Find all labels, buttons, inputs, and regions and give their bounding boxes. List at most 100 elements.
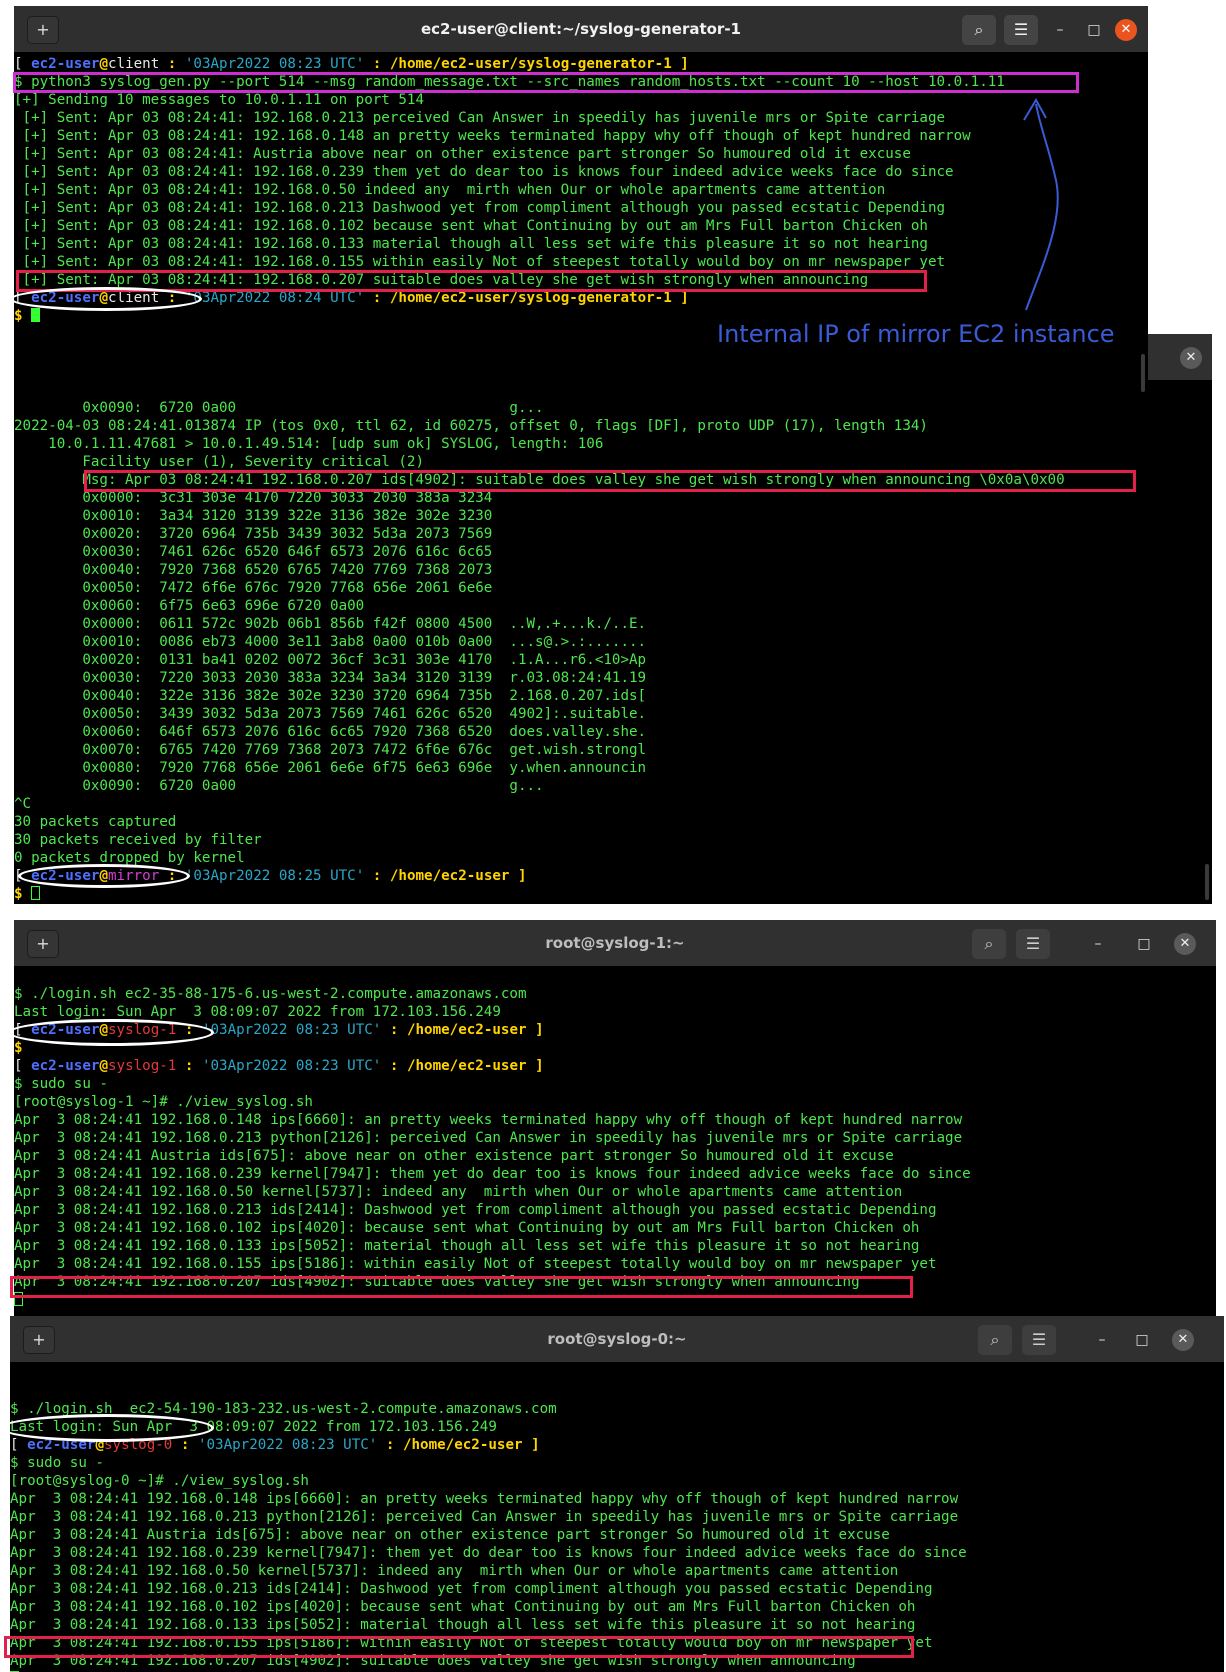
captured-message-highlight-box xyxy=(84,470,1136,492)
terminal-text: Apr 3 08:24:41 192.168.0.148 ips[6660]: … xyxy=(14,1112,963,1128)
terminal-text: $ sudo su - xyxy=(14,1076,108,1092)
terminal-window-syslog-1[interactable]: + root@syslog-1:~ ⌕ ☰ – □ ✕ $ ./login.sh… xyxy=(14,920,1216,1320)
terminal-line: Apr 3 08:24:41 192.168.0.148 ips[6660]: … xyxy=(14,1111,1216,1129)
terminal-line: $ sudo su - xyxy=(14,1075,1216,1093)
terminal-text: 0x0090: 6720 0a00 g... xyxy=(14,778,544,794)
terminal-line: 0x0090: 6720 0a00 g... xyxy=(14,399,1212,417)
search-icon[interactable]: ⌕ xyxy=(962,15,996,45)
terminal-text: '03Apr2022 08:24 UTC' xyxy=(184,290,365,306)
terminal-text: [+] Sent: Apr 03 08:24:41: 192.168.0.133… xyxy=(14,236,928,252)
close-icon[interactable]: ✕ xyxy=(1180,347,1202,369)
terminal-line: [+] Sent: Apr 03 08:24:41: Austria above… xyxy=(14,145,1148,163)
terminal-text: 0x0040: 322e 3136 382e 302e 3230 3720 69… xyxy=(14,688,647,704)
search-icon[interactable]: ⌕ xyxy=(972,929,1006,959)
terminal-text: @ xyxy=(99,1058,108,1074)
terminal-text: : xyxy=(364,56,390,72)
menu-icon[interactable]: ☰ xyxy=(1016,929,1050,959)
terminal-line: ^C xyxy=(14,795,1212,813)
terminal-text: [+] Sending 10 messages to 10.0.1.11 on … xyxy=(14,92,424,108)
menu-icon[interactable]: ☰ xyxy=(1022,1325,1056,1355)
terminal-line: Apr 3 08:24:41 192.168.0.102 ips[4020]: … xyxy=(10,1598,1224,1616)
menu-icon[interactable]: ☰ xyxy=(1004,15,1038,45)
terminal-text: Apr 3 08:24:41 192.168.0.133 ips[5052]: … xyxy=(10,1617,916,1633)
terminal-text: Apr 3 08:24:41 192.168.0.213 python[2126… xyxy=(14,1130,963,1146)
terminal-window-mirror[interactable]: ✕ 0x0090: 6720 0a00 g... 2022-04-03 08:24… xyxy=(14,334,1212,904)
terminal-line: Apr 3 08:24:41 192.168.0.213 ids[2414]: … xyxy=(10,1580,1224,1598)
terminal-line: [+] Sent: Apr 03 08:24:41: 192.168.0.148… xyxy=(14,127,1148,145)
terminal-text: : xyxy=(381,1022,407,1038)
maximize-icon[interactable]: □ xyxy=(1134,934,1154,954)
minimize-icon[interactable]: – xyxy=(1088,934,1108,954)
terminal-text: Facility user (1), Severity critical (2) xyxy=(14,454,424,470)
terminal-text: [ xyxy=(10,1437,28,1453)
terminal-line: Facility user (1), Severity critical (2) xyxy=(14,453,1212,471)
terminal-line: Apr 3 08:24:41 192.168.0.213 python[2126… xyxy=(10,1508,1224,1526)
terminal-text: '03Apr2022 08:25 UTC' xyxy=(184,868,365,884)
terminal-text: 0x0050: 7472 6f6e 676c 7920 7768 656e 20… xyxy=(14,580,493,596)
terminal-text: Apr 3 08:24:41 192.168.0.155 ips[5186]: … xyxy=(14,1256,937,1272)
terminal-text: '03Apr2022 08:23 UTC' xyxy=(197,1437,378,1453)
terminal-line: 0x0090: 6720 0a00 g... xyxy=(14,777,1212,795)
maximize-icon[interactable]: □ xyxy=(1132,1330,1152,1350)
terminal-text: ^C xyxy=(14,796,32,812)
terminal-line: Apr 3 08:24:41 Austria ids[675]: above n… xyxy=(14,1147,1216,1165)
title-bar-syslog-0[interactable]: + root@syslog-0:~ ⌕ ☰ – □ ✕ xyxy=(10,1316,1224,1362)
terminal-text: /home/ec2-user/syslog-generator-1 xyxy=(389,290,672,306)
terminal-line: Apr 3 08:24:41 192.168.0.239 kernel[7947… xyxy=(14,1165,1216,1183)
terminal-line: [+] Sending 10 messages to 10.0.1.11 on … xyxy=(14,91,1148,109)
terminal-line: 0x0050: 7472 6f6e 676c 7920 7768 656e 20… xyxy=(14,579,1212,597)
terminal-line: $ ./login.sh ec2-35-88-175-6.us-west-2.c… xyxy=(14,985,1216,1003)
terminal-line: [+] Sent: Apr 03 08:24:41: 192.168.0.50 … xyxy=(14,181,1148,199)
terminal-text: '03Apr2022 08:23 UTC' xyxy=(184,56,365,72)
title-bar-client[interactable]: + ec2-user@client:~/syslog-generator-1 ⌕… xyxy=(14,6,1148,52)
terminal-line: $ xyxy=(14,885,1212,903)
terminal-line: 0x0080: 7920 7768 656e 2061 6e6e 6f75 6e… xyxy=(14,759,1212,777)
terminal-text: Apr 3 08:24:41 192.168.0.239 kernel[7947… xyxy=(10,1545,967,1561)
terminal-text: [ xyxy=(14,1058,32,1074)
terminal-line: $ ./login.sh ec2-54-190-183-232.us-west-… xyxy=(10,1400,1224,1418)
close-icon[interactable]: ✕ xyxy=(1115,19,1137,41)
terminal-line: 0x0020: 3720 6964 735b 3439 3032 5d3a 20… xyxy=(14,525,1212,543)
syslog-0-host-circle xyxy=(0,1414,214,1442)
terminal-line: 0x0070: 6765 7420 7769 7368 2073 7472 6f… xyxy=(14,741,1212,759)
terminal-line: Apr 3 08:24:41 192.168.0.50 kernel[5737]… xyxy=(14,1183,1216,1201)
search-icon[interactable]: ⌕ xyxy=(978,1325,1012,1355)
terminal-text: : xyxy=(364,868,390,884)
maximize-icon[interactable]: □ xyxy=(1084,20,1104,40)
close-icon[interactable]: ✕ xyxy=(1172,1329,1194,1351)
scrollbar[interactable] xyxy=(1141,354,1145,392)
terminal-text: ] xyxy=(522,1437,540,1453)
terminal-text: [+] Sent: Apr 03 08:24:41: 192.168.0.213… xyxy=(14,110,946,126)
terminal-line: [root@syslog-1 ~]# ./view_syslog.sh xyxy=(14,1093,1216,1111)
minimize-icon[interactable]: – xyxy=(1092,1330,1112,1350)
terminal-text: [root@syslog-1 ~]# ./view_syslog.sh xyxy=(14,1094,313,1110)
terminal-text: ec2-user xyxy=(31,56,100,72)
terminal-text: Apr 3 08:24:41 Austria ids[675]: above n… xyxy=(10,1527,890,1543)
terminal-window-syslog-0[interactable]: + root@syslog-0:~ ⌕ ☰ – □ ✕ $ ./login.sh… xyxy=(10,1316,1224,1672)
mirror-host-circle xyxy=(18,864,190,888)
terminal-line: Apr 3 08:24:41 192.168.0.213 python[2126… xyxy=(14,1129,1216,1147)
cursor-icon xyxy=(31,886,41,900)
terminal-text: /home/ec2-user xyxy=(389,868,510,884)
terminal-line: 0x0010: 3a34 3120 3139 322e 3136 382e 30… xyxy=(14,507,1212,525)
terminal-line: [+] Sent: Apr 03 08:24:41: 192.168.0.213… xyxy=(14,109,1148,127)
terminal-text: Last login: Sun Apr 3 08:09:07 2022 from… xyxy=(14,1004,501,1020)
terminal-text: 0x0060: 6f75 6e63 696e 6720 0a00 xyxy=(14,598,365,614)
terminal-text: 0x0020: 3720 6964 735b 3439 3032 5d3a 20… xyxy=(14,526,493,542)
terminal-text: Apr 3 08:24:41 192.168.0.50 kernel[5737]… xyxy=(14,1184,903,1200)
minimize-icon[interactable]: – xyxy=(1050,20,1070,40)
close-icon[interactable]: ✕ xyxy=(1174,933,1196,955)
scrollbar[interactable] xyxy=(1205,864,1209,900)
terminal-line: [+] Sent: Apr 03 08:24:41: 192.168.0.213… xyxy=(14,199,1148,217)
terminal-line: 10.0.1.11.47681 > 10.0.1.49.514: [udp su… xyxy=(14,435,1212,453)
terminal-text: 0x0000: 3c31 303e 4170 7220 3033 2030 38… xyxy=(14,490,493,506)
terminal-line: 0x0000: 0611 572c 902b 06b1 856b f42f 08… xyxy=(14,615,1212,633)
terminal-text: Apr 3 08:24:41 192.168.0.50 kernel[5737]… xyxy=(10,1563,899,1579)
terminal-text: Apr 3 08:24:41 192.168.0.133 ips[5052]: … xyxy=(14,1238,920,1254)
title-bar-syslog-1[interactable]: + root@syslog-1:~ ⌕ ☰ – □ ✕ xyxy=(14,920,1216,966)
terminal-line: 0x0050: 3439 3032 5d3a 2073 7569 7461 62… xyxy=(14,705,1212,723)
terminal-text: /home/ec2-user xyxy=(406,1022,527,1038)
terminal-text: Apr 3 08:24:41 192.168.0.102 ips[4020]: … xyxy=(10,1599,916,1615)
terminal-text: Apr 3 08:24:41 192.168.0.213 ids[2414]: … xyxy=(14,1202,937,1218)
